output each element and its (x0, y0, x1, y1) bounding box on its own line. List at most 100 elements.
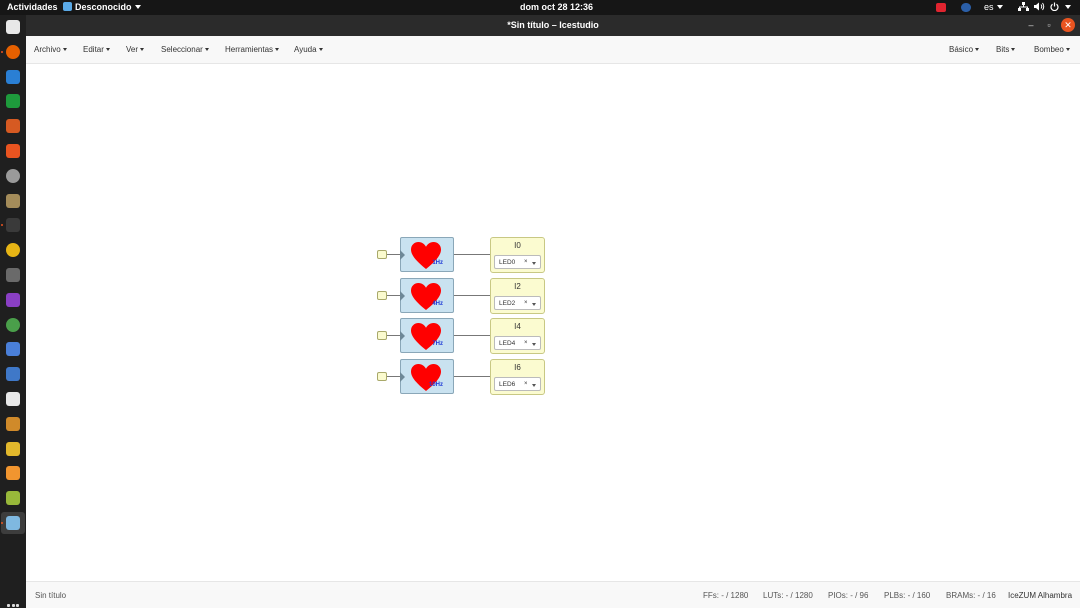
wire[interactable] (454, 254, 490, 255)
globe-icon[interactable] (6, 317, 20, 332)
chevron-down-icon (996, 5, 1003, 9)
status-pios: PIOs: - / 96 (828, 591, 869, 600)
board-selector[interactable]: IceZUM Alhambra (1008, 582, 1072, 608)
mega-sync-icon[interactable] (936, 3, 946, 12)
viewer-icon[interactable] (6, 367, 20, 382)
chevron-down-icon[interactable] (532, 303, 536, 306)
output-label[interactable]: I0 (491, 241, 544, 250)
clear-icon[interactable]: × (524, 378, 528, 391)
clock-block[interactable]: 7Hz (400, 318, 454, 353)
system-status-menu[interactable] (1018, 0, 1071, 15)
chevron-down-icon (975, 48, 980, 51)
chevron-down-icon (1064, 5, 1071, 9)
archive-icon[interactable] (6, 193, 20, 208)
icestudio-icon[interactable] (6, 516, 20, 530)
minimize-button[interactable]: – (1024, 18, 1038, 32)
status-bar: Sin título FFs: - / 1280 LUTs: - / 1280 … (26, 581, 1080, 608)
menu-ver[interactable]: Ver (126, 36, 145, 64)
menu-bar: Archivo Editar Ver Seleccionar Herramien… (26, 36, 1080, 64)
terminal-icon[interactable] (6, 218, 20, 233)
firefox-icon[interactable] (6, 44, 20, 59)
output-block[interactable]: I6 LED6 × (490, 359, 545, 395)
output-label[interactable]: I4 (491, 322, 544, 331)
pin-select[interactable]: LED2 × (494, 296, 541, 310)
writer-icon[interactable] (6, 69, 20, 84)
clear-icon[interactable]: × (524, 337, 528, 350)
app-menu[interactable]: Desconocido (63, 0, 141, 15)
leaf-icon[interactable] (6, 491, 20, 506)
pin-select[interactable]: LED0 × (494, 255, 541, 269)
clear-icon[interactable]: × (524, 256, 528, 269)
chevron-down-icon[interactable] (532, 384, 536, 387)
running-indicator (1, 224, 3, 227)
wire[interactable] (387, 376, 400, 377)
status-ffs: FFs: - / 1280 (703, 591, 749, 600)
menu-ayuda[interactable]: Ayuda (294, 36, 323, 64)
menu-bits[interactable]: Bits (996, 36, 1016, 64)
typography-icon[interactable] (6, 392, 20, 406)
files-icon[interactable] (6, 20, 20, 34)
wire[interactable] (387, 335, 400, 336)
network-icon (1018, 2, 1029, 11)
design-canvas[interactable]: 1Hz I0 LED0 × 4Hz I2 LED2 × 7Hz I4 LED4 × 10Hz I6 LED6… (26, 64, 1080, 581)
notes-icon[interactable] (6, 416, 20, 431)
chevron-down-icon (275, 48, 280, 51)
clear-icon[interactable]: × (524, 297, 528, 310)
activities-button[interactable]: Actividades (7, 0, 58, 15)
wire[interactable] (454, 295, 490, 296)
clock-input-triangle (400, 250, 405, 260)
chevron-down-icon (1065, 48, 1070, 51)
chrome-icon[interactable] (6, 243, 20, 258)
menu-basico-label: Básico (949, 45, 974, 54)
menu-bombeo[interactable]: Bombeo (1034, 36, 1070, 64)
maximize-button[interactable]: ▫ (1042, 18, 1056, 32)
document-icon[interactable] (6, 441, 20, 456)
input-port[interactable] (377, 250, 387, 259)
calc-icon[interactable] (6, 94, 20, 109)
chevron-down-icon (105, 48, 110, 51)
settings-icon[interactable] (6, 168, 20, 183)
show-applications-icon[interactable] (7, 604, 19, 608)
menu-basico[interactable]: Básico (949, 36, 980, 64)
wire[interactable] (454, 376, 490, 377)
input-port[interactable] (377, 291, 387, 300)
menu-archivo[interactable]: Archivo (34, 36, 67, 64)
inkscape-icon[interactable] (6, 268, 20, 282)
menu-seleccionar[interactable]: Seleccionar (161, 36, 209, 64)
sublime-icon[interactable] (6, 466, 20, 481)
clock[interactable]: dom oct 28 12:36 (520, 0, 593, 15)
chevron-down-icon (1011, 48, 1016, 51)
output-block[interactable]: I0 LED0 × (490, 237, 545, 273)
wire[interactable] (387, 295, 400, 296)
menu-editar[interactable]: Editar (83, 36, 110, 64)
output-label[interactable]: I2 (491, 282, 544, 291)
steam-icon[interactable] (961, 3, 971, 12)
editor-icon[interactable] (6, 342, 20, 357)
pin-select[interactable]: LED6 × (494, 377, 541, 391)
menu-herramientas[interactable]: Herramientas (225, 36, 280, 64)
wire[interactable] (454, 335, 490, 336)
chevron-down-icon[interactable] (532, 343, 536, 346)
output-label[interactable]: I6 (491, 363, 544, 372)
pin-value: LED6 (499, 381, 516, 388)
input-port[interactable] (377, 331, 387, 340)
input-port[interactable] (377, 372, 387, 381)
status-filename: Sin título (35, 591, 67, 600)
clock-block[interactable]: 1Hz (400, 237, 454, 272)
close-button[interactable]: ✕ (1061, 18, 1075, 32)
software-center-icon[interactable] (6, 144, 20, 158)
window-titlebar[interactable]: *Sin título – Icestudio – ▫ ✕ (26, 15, 1080, 36)
clock-frequency-label: 4Hz (432, 301, 443, 307)
chevron-down-icon[interactable] (532, 262, 536, 265)
keyboard-layout-menu[interactable]: es (984, 0, 1003, 15)
chevron-down-icon (62, 48, 67, 51)
media-icon[interactable] (6, 292, 20, 307)
output-block[interactable]: I4 LED4 × (490, 318, 545, 354)
clock-block[interactable]: 10Hz (400, 359, 454, 394)
menu-ayuda-label: Ayuda (294, 45, 317, 54)
wire[interactable] (387, 254, 400, 255)
output-block[interactable]: I2 LED2 × (490, 278, 545, 314)
pin-select[interactable]: LED4 × (494, 336, 541, 350)
impress-icon[interactable] (6, 119, 20, 134)
clock-block[interactable]: 4Hz (400, 278, 454, 313)
